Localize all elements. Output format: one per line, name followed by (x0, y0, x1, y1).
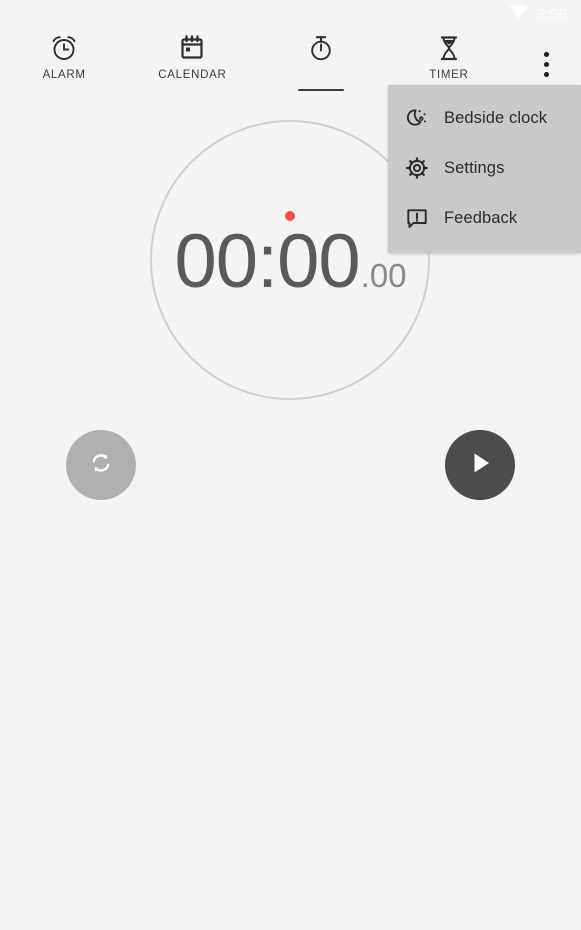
menu-item-feedback[interactable]: Feedback (388, 193, 581, 243)
start-button[interactable] (445, 430, 515, 500)
hourglass-icon (434, 32, 464, 64)
gear-icon (404, 155, 430, 181)
more-options-button[interactable] (529, 44, 563, 84)
menu-item-bedside-clock-label: Bedside clock (444, 108, 548, 127)
tab-calendar-label: CALENDAR (158, 69, 227, 81)
overflow-dot-2 (543, 61, 549, 67)
stopwatch-time-fraction: .00 (360, 257, 407, 294)
menu-item-settings[interactable]: Settings (388, 143, 581, 193)
overflow-dot-3 (543, 71, 549, 77)
reset-button[interactable] (66, 430, 136, 500)
tab-alarm-label: ALARM (42, 69, 86, 81)
overflow-dot-1 (543, 51, 549, 57)
menu-item-feedback-label: Feedback (444, 208, 518, 227)
feedback-icon (404, 205, 430, 231)
alarm-clock-icon (49, 32, 79, 64)
play-icon (463, 446, 497, 485)
tab-timer-label: TIMER (429, 69, 469, 81)
stopwatch-time-main: 00:00 (174, 219, 360, 304)
tab-calendar[interactable]: CALENDAR (128, 28, 256, 94)
overflow-menu: Bedside clock Settings Feedback (388, 85, 581, 253)
status-bar: 3:58 (0, 0, 581, 28)
stopwatch-icon (306, 32, 336, 64)
moon-icon (404, 105, 430, 131)
stopwatch-controls (0, 430, 581, 502)
tab-alarm[interactable]: ALARM (0, 28, 128, 94)
tab-selected-indicator (297, 88, 344, 91)
menu-item-bedside-clock[interactable]: Bedside clock (388, 93, 581, 143)
status-bar-time: 3:58 (537, 5, 567, 23)
calendar-icon (177, 32, 207, 64)
reset-icon (86, 448, 116, 483)
tab-stopwatch[interactable] (257, 28, 385, 94)
menu-item-settings-label: Settings (444, 158, 505, 177)
wifi-icon (509, 4, 529, 24)
